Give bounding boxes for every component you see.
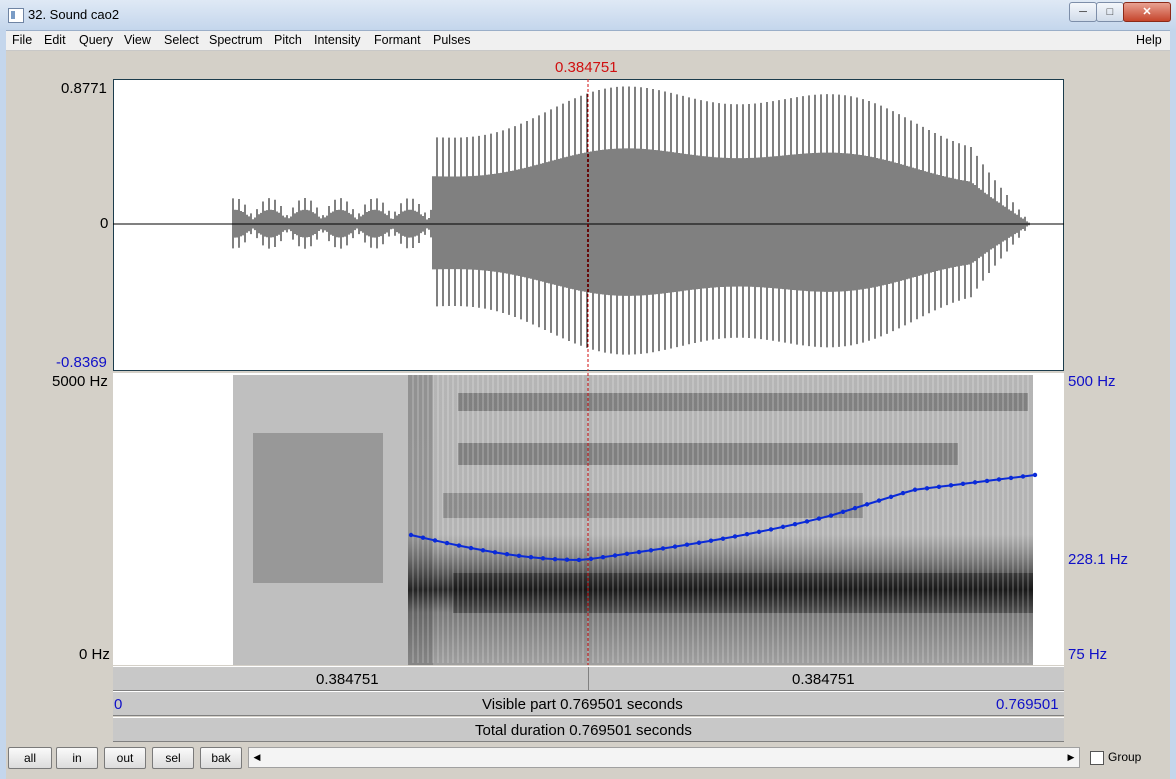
window-title: 32. Sound cao2 — [28, 7, 120, 22]
scroll-right-icon[interactable]: ▶ — [1064, 750, 1078, 765]
spectrogram-panel[interactable] — [113, 373, 1064, 665]
menu-intensity[interactable]: Intensity — [314, 33, 361, 47]
menu-query[interactable]: Query — [79, 33, 113, 47]
window-icon — [8, 8, 24, 23]
segment-right-label: 0.384751 — [792, 671, 855, 688]
menu-edit[interactable]: Edit — [44, 33, 66, 47]
visible-end-label: 0.769501 — [996, 696, 1059, 713]
close-icon[interactable]: ✕ — [1123, 2, 1171, 22]
visible-part-label: Visible part 0.769501 seconds — [482, 696, 683, 713]
waveform-zero-label: 0 — [100, 215, 109, 232]
zoom-selection-button[interactable]: sel — [152, 747, 194, 769]
waveform-min-label: -0.8369 — [56, 354, 107, 371]
spectrogram-plot — [233, 373, 1038, 665]
zoom-all-button[interactable]: all — [8, 747, 52, 769]
group-label: Group — [1108, 750, 1142, 764]
menu-formant[interactable]: Formant — [374, 33, 421, 47]
zoom-in-button[interactable]: in — [56, 747, 98, 769]
pitch-min-label: 75 Hz — [1068, 646, 1108, 663]
cursor-line — [587, 79, 589, 371]
menu-file[interactable]: File — [12, 33, 32, 47]
menu-help[interactable]: Help — [1136, 33, 1162, 47]
visible-start-label: 0 — [114, 696, 123, 713]
total-duration-bar[interactable]: Total duration 0.769501 seconds — [113, 717, 1064, 742]
pitch-max-label: 500 Hz — [1068, 373, 1116, 390]
pitch-mid-label: 228.1 Hz — [1068, 551, 1129, 568]
menu-view[interactable]: View — [124, 33, 151, 47]
total-duration-label: Total duration 0.769501 seconds — [475, 722, 692, 739]
zoom-out-button[interactable]: out — [104, 747, 146, 769]
window-border-right — [1170, 30, 1176, 779]
window-border-left — [0, 30, 6, 779]
title-bar: 32. Sound cao2 ─ □ ✕ — [0, 0, 1176, 31]
minimize-icon[interactable]: ─ — [1069, 2, 1097, 22]
segment-bar: 0.384751 0.384751 — [113, 666, 1064, 691]
visible-part-bar[interactable]: 0 Visible part 0.769501 seconds 0.769501 — [113, 691, 1064, 716]
menu-select[interactable]: Select — [164, 33, 199, 47]
spectrogram-min-freq-label: 0 Hz — [79, 646, 110, 663]
voiced-region — [408, 375, 1033, 665]
segment-right[interactable]: 0.384751 — [589, 667, 1064, 690]
maximize-icon[interactable]: □ — [1096, 2, 1124, 22]
menu-spectrum[interactable]: Spectrum — [209, 33, 263, 47]
menu-pitch[interactable]: Pitch — [274, 33, 302, 47]
spectrogram-max-freq-label: 5000 Hz — [52, 373, 108, 390]
zoom-back-button[interactable]: bak — [200, 747, 242, 769]
cursor-time-label: 0.384751 — [555, 59, 618, 76]
horizontal-scrollbar[interactable]: ◀ ▶ — [248, 747, 1080, 768]
segment-left[interactable]: 0.384751 — [113, 667, 589, 690]
menu-bar: File Edit Query View Select Spectrum Pit… — [6, 31, 1170, 51]
group-checkbox[interactable] — [1090, 751, 1104, 765]
menu-pulses[interactable]: Pulses — [433, 33, 471, 47]
segment-left-label: 0.384751 — [316, 671, 379, 688]
waveform-max-label: 0.8771 — [61, 80, 107, 97]
scroll-left-icon[interactable]: ◀ — [250, 750, 264, 765]
